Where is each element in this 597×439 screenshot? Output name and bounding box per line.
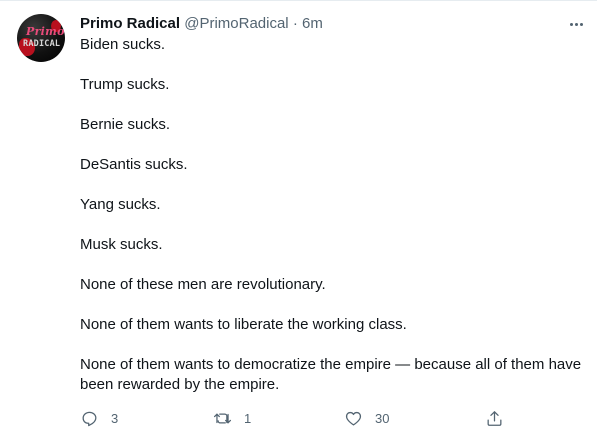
tweet-paragraph: None of these men are revolutionary. [80,276,326,293]
tweet-paragraph: DeSantis sucks. [80,156,188,173]
heart-icon [345,411,362,425]
avatar-logo-top: Primo [26,25,65,38]
like-button[interactable]: 30 [344,406,389,430]
tweet-paragraph: Biden sucks. [80,36,166,53]
separator-dot: · [292,15,298,32]
tweet-text: Biden sucks. Trump sucks. Bernie sucks. … [80,35,588,395]
tweet-paragraph: Yang sucks. [80,196,161,213]
reply-count: 3 [111,410,119,426]
share-button[interactable] [485,406,504,430]
retweet-icon [213,413,232,423]
avatar-logo-bottom: RADICAL [23,39,61,49]
avatar[interactable]: Primo RADICAL [17,14,65,62]
tweet-timestamp[interactable]: 6m [302,15,323,32]
tweet-paragraph: Bernie sucks. [80,116,171,133]
tweet-paragraph: None of them wants to liberate the worki… [80,316,407,333]
more-dot [579,22,583,26]
tweet-paragraph: None of them wants to democratize the em… [80,356,582,393]
retweet-button[interactable]: 1 [213,406,251,430]
retweet-count: 1 [244,410,252,426]
share-icon [487,410,502,426]
author-name[interactable]: Primo Radical [80,15,180,32]
more-dot [569,22,573,26]
tweet[interactable]: Primo RADICAL Primo Radical @PrimoRadica… [0,0,597,439]
more-options-icon[interactable] [566,17,586,31]
tweet-header: Primo Radical @PrimoRadical · 6m [80,14,323,34]
tweet-actions: 3 1 30 [80,406,510,430]
like-count: 30 [375,410,390,426]
reply-button[interactable]: 3 [80,406,118,430]
more-dot [574,22,578,26]
tweet-paragraph: Musk sucks. [80,236,163,253]
tweet-paragraph: Trump sucks. [80,76,170,93]
reply-icon [82,411,97,426]
author-handle[interactable]: @PrimoRadical [184,15,288,32]
